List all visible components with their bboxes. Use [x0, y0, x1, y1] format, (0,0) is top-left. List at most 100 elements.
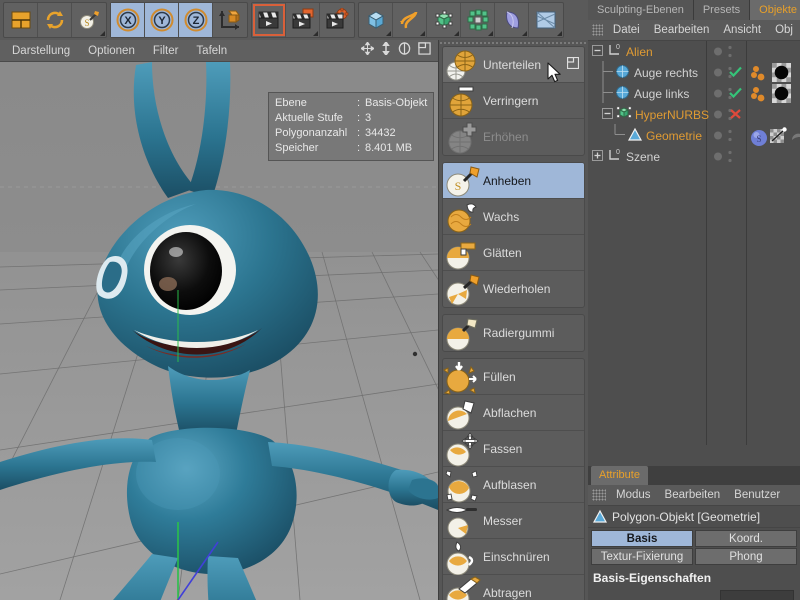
axis-x-icon[interactable]: X	[111, 3, 145, 37]
ommenu-objekte[interactable]: Obj	[768, 20, 800, 41]
inflate-brush-icon	[443, 467, 483, 503]
attribute-tab-row-2: Textur-Fixierung Phong	[588, 547, 800, 565]
viewport-3d[interactable]: Ebene : Basis-Objekt Aktuelle Stufe : 3 …	[0, 62, 438, 600]
om-row-hypernurbs[interactable]: HyperNURBS	[588, 104, 800, 125]
expander-minus-icon[interactable]	[592, 44, 603, 59]
attrtab-textur-fixierung[interactable]: Textur-Fixierung	[591, 548, 693, 565]
tab-sculpting-ebenen[interactable]: Sculpting-Ebenen	[588, 0, 694, 20]
tool-erhoehen[interactable]: Erhöhen	[443, 119, 584, 155]
expander-minus-icon[interactable]	[602, 107, 613, 122]
pan-view-icon[interactable]	[360, 40, 375, 60]
texture-tag[interactable]	[772, 84, 791, 106]
tool-fassen[interactable]: Fassen	[443, 431, 584, 467]
info-value: 34432	[365, 127, 396, 139]
phong-tag[interactable]	[790, 128, 800, 147]
object-tags[interactable]	[750, 63, 791, 85]
menubar-gripper[interactable]	[592, 489, 606, 501]
enabled-check-icon[interactable]	[729, 87, 742, 102]
attrtab-basis[interactable]: Basis	[591, 530, 693, 547]
om-row-geometrie[interactable]: Geometrie S	[588, 123, 800, 148]
om-row-auge-rechts[interactable]: Auge rechts	[588, 60, 800, 85]
cube-primitive-icon[interactable]	[359, 3, 393, 37]
tab-attribute[interactable]: Attribute	[591, 466, 648, 485]
visibility-dots[interactable]	[714, 149, 738, 167]
object-manager-panel: Sculpting-Ebenen Presets Objekte Datei B…	[588, 0, 800, 466]
undo-redo-icon[interactable]	[38, 3, 72, 37]
tool-label: Unterteilen	[483, 57, 542, 72]
vmenu-tafeln[interactable]: Tafeln	[187, 40, 236, 62]
vmenu-filter[interactable]: Filter	[144, 40, 188, 62]
axis-y-icon[interactable]: Y	[145, 3, 179, 37]
uv-tag[interactable]	[770, 127, 788, 148]
attribute-value-field[interactable]	[720, 590, 794, 600]
hypernurbs-object-icon	[616, 105, 632, 124]
object-tags[interactable]: S	[750, 127, 800, 148]
viewport-nav-icons	[360, 40, 438, 60]
ommenu-bearbeiten[interactable]: Bearbeiten	[647, 20, 717, 41]
tab-presets[interactable]: Presets	[693, 0, 751, 20]
dolly-view-icon[interactable]	[381, 40, 391, 60]
render-settings-icon[interactable]	[320, 3, 354, 37]
disabled-cross-icon[interactable]	[729, 108, 742, 123]
material-tag[interactable]	[750, 86, 770, 105]
spline-icon[interactable]	[393, 3, 427, 37]
attrtab-phong[interactable]: Phong	[695, 548, 797, 565]
object-tags[interactable]	[750, 84, 791, 106]
texture-tag[interactable]	[772, 63, 791, 85]
om-row-szene[interactable]: 0 Szene	[588, 146, 800, 167]
ommenu-datei[interactable]: Datei	[606, 20, 647, 41]
tool-anheben[interactable]: S Anheben	[443, 163, 584, 199]
svg-text:S: S	[756, 134, 761, 144]
tool-wiederholen[interactable]: Wiederholen	[443, 271, 584, 307]
svg-text:Y: Y	[158, 15, 166, 27]
material-tag[interactable]	[750, 65, 770, 84]
visibility-dots[interactable]	[714, 44, 738, 62]
tool-wachs[interactable]: Wachs	[443, 199, 584, 235]
layout-icon[interactable]	[4, 3, 38, 37]
tool-aufblasen[interactable]: Aufblasen	[443, 467, 584, 503]
tool-fuellen[interactable]: Füllen	[443, 359, 584, 395]
tool-abflachen[interactable]: Abflachen	[443, 395, 584, 431]
om-row-auge-links[interactable]: Auge links	[588, 81, 800, 106]
info-label: Speicher	[275, 142, 319, 154]
eraser-brush-icon	[443, 315, 483, 351]
subdivide-icon	[443, 47, 483, 83]
attrmenu-modus[interactable]: Modus	[609, 485, 658, 506]
array-icon[interactable]	[461, 3, 495, 37]
render-region-icon[interactable]	[286, 3, 320, 37]
expander-plus-icon[interactable]	[592, 149, 603, 164]
environment-icon[interactable]	[529, 3, 563, 37]
tool-messer[interactable]: Messer	[443, 503, 584, 539]
axis-z-icon[interactable]: Z	[179, 3, 213, 37]
deformer-icon[interactable]	[495, 3, 529, 37]
vmenu-optionen[interactable]: Optionen	[79, 40, 144, 62]
nurbs-icon[interactable]	[427, 3, 461, 37]
attrtab-koord[interactable]: Koord.	[695, 530, 797, 547]
rotate-view-icon[interactable]	[398, 41, 411, 60]
object-tree[interactable]: 0 Alien Auge rechts Auge links HyperNURB…	[588, 41, 800, 445]
ommenu-ansicht[interactable]: Ansicht	[716, 20, 768, 41]
sculpt-brush-icon[interactable]: S	[72, 3, 106, 37]
tool-radiergummi[interactable]: Radiergummi	[443, 315, 584, 351]
enabled-check-icon[interactable]	[729, 66, 742, 81]
tool-abtragen[interactable]: Abtragen	[443, 575, 584, 600]
vmenu-darstellung[interactable]: Darstellung	[0, 40, 79, 62]
sculpt-tag[interactable]: S	[750, 129, 768, 147]
maximize-view-icon[interactable]	[418, 41, 431, 60]
tab-objekte[interactable]: Objekte	[750, 0, 800, 20]
mouse-cursor	[547, 62, 563, 89]
attrmenu-benutzer[interactable]: Benutzer	[727, 485, 787, 506]
tool-glaetten[interactable]: Glätten	[443, 235, 584, 271]
world-axis-icon[interactable]	[213, 3, 247, 37]
tool-einschnueren[interactable]: Einschnüren	[443, 539, 584, 575]
toolbar-group-layout: S	[3, 2, 107, 38]
svg-text:S: S	[84, 18, 89, 28]
open-settings-icon[interactable]	[566, 56, 580, 72]
object-name: HyperNURBS	[635, 107, 710, 122]
render-view-icon[interactable]	[252, 3, 286, 37]
tool-label: Messer	[483, 513, 523, 528]
menubar-gripper[interactable]	[592, 24, 603, 36]
om-row-alien[interactable]: 0 Alien	[588, 41, 800, 62]
visibility-dots[interactable]	[714, 128, 738, 146]
attrmenu-bearbeiten[interactable]: Bearbeiten	[658, 485, 728, 506]
